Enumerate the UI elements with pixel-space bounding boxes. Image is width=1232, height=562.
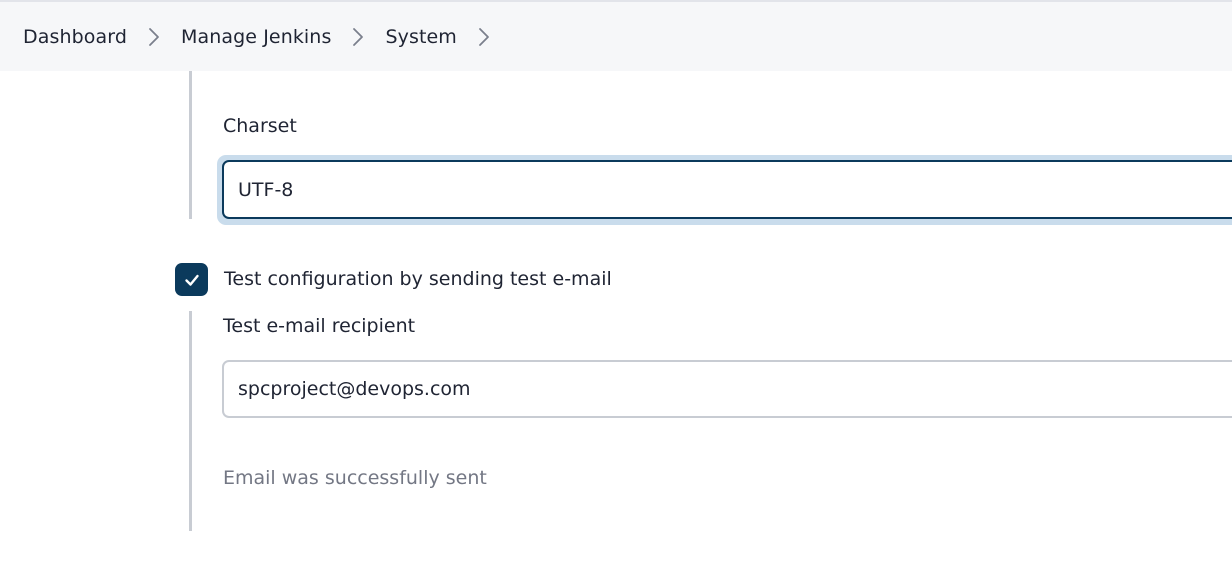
section-indent-rule <box>189 71 192 219</box>
breadcrumb-item-system[interactable]: System <box>385 26 456 48</box>
test-recipient-label: Test e-mail recipient <box>223 315 416 337</box>
chevron-right-icon[interactable] <box>457 22 511 52</box>
chevron-right-icon[interactable] <box>331 22 385 52</box>
charset-label: Charset <box>223 115 297 137</box>
test-recipient-input[interactable] <box>222 360 1232 418</box>
test-config-label[interactable]: Test configuration by sending test e-mai… <box>224 268 612 290</box>
charset-input[interactable] <box>222 160 1232 219</box>
status-message: Email was successfully sent <box>223 467 487 489</box>
section-indent-rule <box>189 311 192 531</box>
checkmark-icon <box>184 274 199 286</box>
breadcrumb-item-manage-jenkins[interactable]: Manage Jenkins <box>181 26 331 48</box>
breadcrumb: Dashboard Manage Jenkins System <box>0 2 1232 71</box>
breadcrumb-item-dashboard[interactable]: Dashboard <box>23 26 127 48</box>
test-config-checkbox[interactable] <box>175 263 208 296</box>
chevron-right-icon[interactable] <box>127 22 181 52</box>
